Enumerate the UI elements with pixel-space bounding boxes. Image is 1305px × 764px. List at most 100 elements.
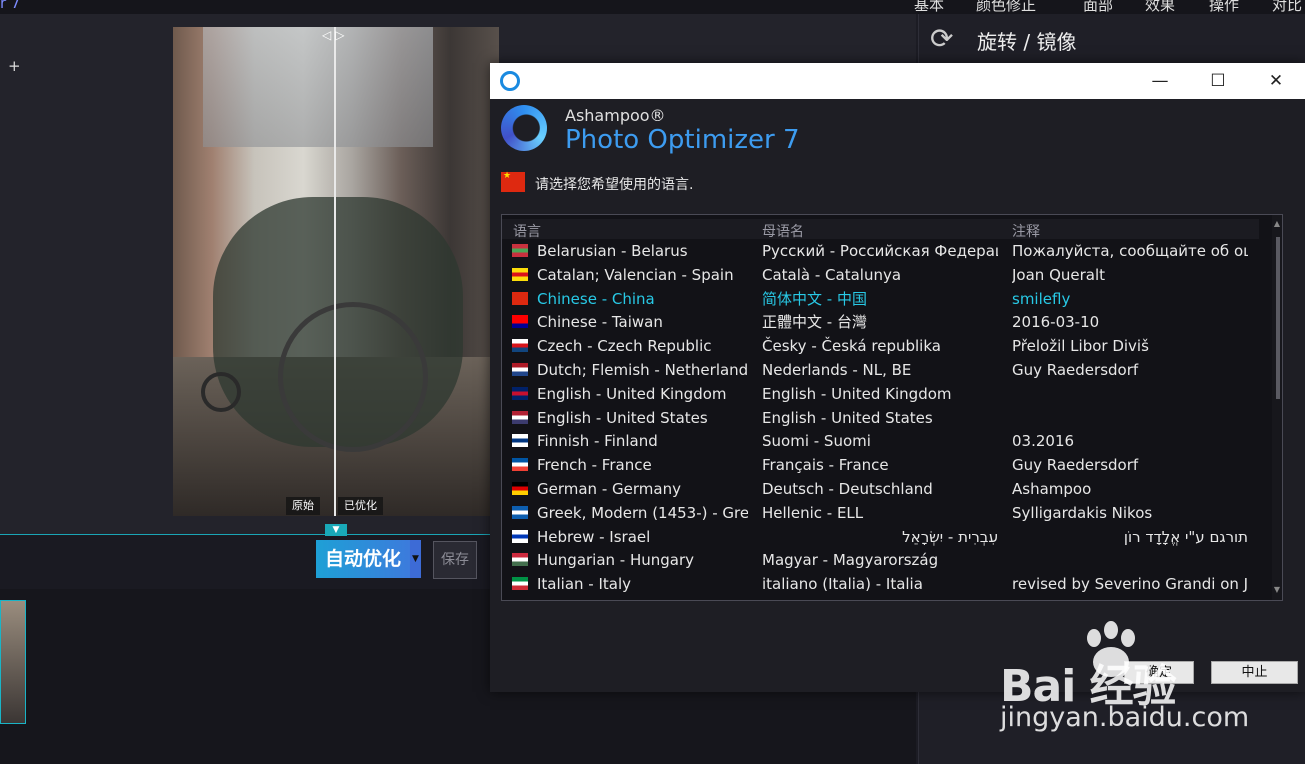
cell-native: Suomi - Suomi bbox=[762, 432, 871, 451]
flag-icon bbox=[512, 529, 528, 543]
scroll-down-icon[interactable]: ▼ bbox=[1272, 585, 1282, 594]
cell-native: עִבְרִית - יִשְׂרָאֵל bbox=[902, 527, 998, 546]
language-row[interactable]: Belarusian - Belarus Русский - Российская… bbox=[502, 239, 1259, 263]
cell-native: Русский - Российская Федерация bbox=[762, 242, 998, 260]
menu-basic[interactable]: 基本 bbox=[914, 0, 944, 15]
language-row[interactable]: Chinese - Taiwan 正體中文 - 台灣 2016-03-10 bbox=[502, 310, 1259, 334]
flag-icon bbox=[512, 315, 528, 329]
thumbnail[interactable] bbox=[0, 600, 26, 724]
menu-color-correction[interactable]: 颜色修正 bbox=[976, 0, 1036, 15]
menu-effects[interactable]: 效果 bbox=[1145, 0, 1175, 15]
menu-face[interactable]: 面部 bbox=[1083, 0, 1113, 15]
scroll-thumb[interactable] bbox=[1276, 237, 1280, 399]
language-row[interactable]: German - Germany Deutsch - Deutschland Ash… bbox=[502, 477, 1259, 501]
language-dialog: — ☐ ✕ Ashampoo® Photo Optimizer 7 请选择您希望… bbox=[490, 63, 1305, 692]
cell-note: Sylligardakis Nikos bbox=[1012, 503, 1153, 522]
language-row[interactable]: English - United States English - United … bbox=[502, 406, 1259, 430]
app-logo-icon bbox=[500, 71, 520, 91]
language-row[interactable]: Hebrew - Israel עִבְרִית - יִשְׂרָאֵל תורג… bbox=[502, 525, 1259, 549]
menu-actions[interactable]: 操作 bbox=[1209, 0, 1239, 15]
column-header-language[interactable]: 语言 bbox=[513, 221, 541, 241]
cell-language: Chinese - China bbox=[537, 289, 655, 308]
cell-native: Français - France bbox=[762, 456, 889, 475]
flag-icon bbox=[512, 505, 528, 519]
scroll-up-icon[interactable]: ▲ bbox=[1272, 219, 1282, 228]
baidu-paw-icon bbox=[1087, 621, 1135, 677]
menu-compare[interactable]: 对比 bbox=[1272, 0, 1302, 15]
auto-optimize-dropdown-icon[interactable]: ▼ bbox=[410, 540, 421, 578]
chevron-down-icon[interactable]: ▼ bbox=[325, 524, 347, 536]
brand-product: Photo Optimizer 7 bbox=[565, 125, 800, 155]
cell-native: Hellenic - ELL bbox=[762, 503, 864, 522]
language-row[interactable]: English - United Kingdom English - United… bbox=[502, 382, 1259, 406]
language-row[interactable]: Dutch; Flemish - Netherlands Nederlands -… bbox=[502, 358, 1259, 382]
flag-icon bbox=[512, 386, 528, 400]
cell-note: Пожалуйста, сообщайте об ошибках bbox=[1012, 242, 1248, 260]
cell-note: Joan Queralt bbox=[1012, 265, 1106, 284]
flag-icon bbox=[512, 244, 528, 257]
add-photo-button[interactable]: + bbox=[8, 57, 21, 75]
cell-note: Guy Raedersdorf bbox=[1012, 456, 1139, 475]
cell-language: Hungarian - Hungary bbox=[537, 551, 695, 570]
column-header-native[interactable]: 母语名 bbox=[762, 221, 804, 241]
minimize-button[interactable]: — bbox=[1131, 63, 1189, 99]
cell-language: Chinese - Taiwan bbox=[537, 313, 663, 332]
cell-note: תורגם ע"י אֱלָדָד רוֹן bbox=[1123, 527, 1248, 546]
language-row[interactable]: Finnish - Finland Suomi - Suomi 03.2016 bbox=[502, 429, 1259, 453]
cell-language: Czech - Czech Republic bbox=[537, 337, 712, 356]
close-button[interactable]: ✕ bbox=[1247, 63, 1305, 99]
flag-icon bbox=[512, 410, 528, 424]
cell-language: Italian - Italy bbox=[537, 575, 632, 594]
flag-icon bbox=[512, 458, 528, 472]
save-button[interactable]: 保存 bbox=[433, 541, 477, 579]
cell-language: Greek, Modern (1453-) - Greece bbox=[537, 503, 748, 522]
cell-native: 正體中文 - 台灣 bbox=[762, 313, 867, 332]
language-row[interactable]: Catalan; Valencian - Spain Català - Catal… bbox=[502, 263, 1259, 287]
split-divider[interactable] bbox=[334, 27, 336, 516]
split-handle-icon[interactable]: ◁▷ bbox=[322, 28, 348, 42]
list-header: 语言 母语名 注释 bbox=[502, 219, 1259, 241]
cell-note: Ashampoo bbox=[1012, 480, 1092, 498]
language-row[interactable]: Czech - Czech Republic Česky - Česká repu… bbox=[502, 334, 1259, 358]
cell-native: English - United States bbox=[762, 408, 933, 427]
cell-language: Finnish - Finland bbox=[537, 432, 658, 451]
label-optimized: 已优化 bbox=[338, 497, 383, 515]
language-prompt: 请选择您希望使用的语言. bbox=[535, 177, 694, 193]
dialog-titlebar: — ☐ ✕ bbox=[490, 63, 1305, 99]
cell-note: 03.2016 bbox=[1012, 432, 1075, 451]
column-header-note[interactable]: 注释 bbox=[1012, 221, 1040, 241]
brand-logo-icon bbox=[501, 105, 547, 151]
cancel-button[interactable]: 中止 bbox=[1211, 661, 1298, 684]
cell-note: Přeložil Libor Diviš bbox=[1012, 337, 1149, 356]
flag-icon bbox=[512, 577, 528, 591]
cell-native: Magyar - Magyarország bbox=[762, 551, 939, 570]
cell-native: italiano (Italia) - Italia bbox=[762, 575, 923, 594]
flag-icon bbox=[512, 434, 528, 448]
language-row[interactable]: Greek, Modern (1453-) - Greece Hellenic -… bbox=[502, 501, 1259, 525]
language-row[interactable]: Chinese - China 简体中文 - 中国 smilefly bbox=[502, 287, 1259, 311]
cell-language: English - United Kingdom bbox=[537, 384, 727, 403]
cell-language: French - France bbox=[537, 456, 652, 475]
cell-native: Deutsch - Deutschland bbox=[762, 480, 933, 498]
flag-icon bbox=[512, 267, 528, 281]
cell-note: 2016-03-10 bbox=[1012, 313, 1100, 332]
maximize-button[interactable]: ☐ bbox=[1189, 63, 1247, 99]
cell-native: Català - Catalunya bbox=[762, 265, 902, 284]
watermark-url: jingyan.baidu.com bbox=[1000, 702, 1250, 733]
rotate-icon[interactable]: ⟳ bbox=[930, 24, 960, 54]
cell-native: Česky - Česká republika bbox=[762, 337, 941, 356]
china-flag-icon bbox=[501, 171, 525, 192]
language-row[interactable]: Hungarian - Hungary Magyar - Magyarország bbox=[502, 548, 1259, 572]
cell-note: smilefly bbox=[1012, 289, 1071, 308]
flag-icon bbox=[512, 291, 528, 305]
cell-language: Dutch; Flemish - Netherlands bbox=[537, 361, 748, 379]
language-list[interactable]: 语言 母语名 注释 Belarusian - Belarus Русский - … bbox=[501, 214, 1283, 601]
rotate-mirror-label[interactable]: 旋转 / 镜像 bbox=[977, 26, 1076, 55]
auto-optimize-button[interactable]: 自动优化 bbox=[316, 540, 410, 578]
cell-language: Belarusian - Belarus bbox=[537, 242, 688, 260]
language-row[interactable]: French - France Français - France Guy Raed… bbox=[502, 453, 1259, 477]
cell-native: 简体中文 - 中国 bbox=[762, 289, 867, 308]
cell-native: English - United Kingdom bbox=[762, 384, 952, 403]
cell-language: Hebrew - Israel bbox=[537, 527, 651, 546]
language-row[interactable]: Italian - Italy italiano (Italia) - Itali… bbox=[502, 572, 1259, 596]
